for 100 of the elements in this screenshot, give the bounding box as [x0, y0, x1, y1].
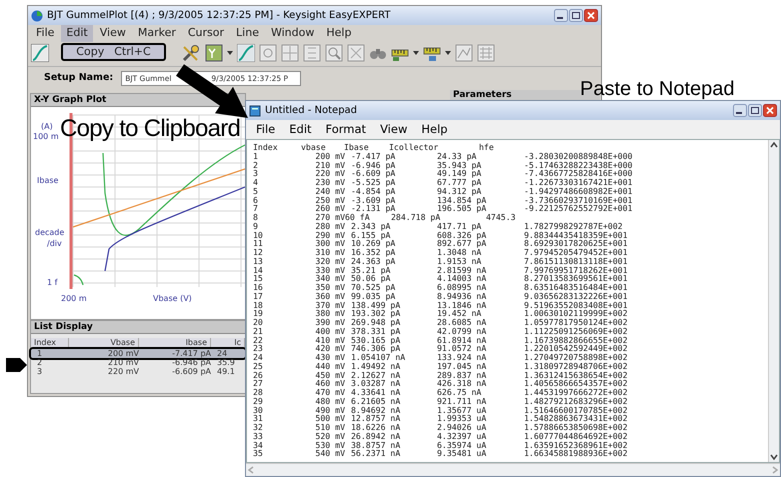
maximize-button[interactable] — [748, 104, 762, 117]
text-cell-text: 289.837 nA — [437, 370, 488, 380]
text-cell-text: 24 — [253, 353, 264, 362]
window-title: BJT GummelPlot [(4) ; 9/3/2005 12:37:25 PM] - Keysight EasyEXPERT — [47, 9, 392, 23]
text-cell-text: 6.21605 nA — [350, 396, 402, 406]
axis-label: 200 m — [61, 294, 87, 303]
text-cell-text: 1.35677 uA — [437, 406, 488, 414]
text-cell-text: 60 fA — [345, 213, 371, 222]
text-cell-text: 16 — [253, 283, 264, 292]
text-cell-text: 2 — [253, 160, 259, 170]
text-cell-text: 134.854 pA — [437, 196, 488, 204]
text-cell-text: 9.88344435418359E+001 — [524, 230, 629, 240]
text-cell-text: -1.22673303167421E+001 — [524, 178, 634, 187]
close-button[interactable] — [584, 9, 598, 22]
curve-line — [74, 274, 84, 286]
text-cell-text: 19 — [253, 309, 264, 318]
text-cell-text: 892.677 pA — [437, 239, 488, 248]
text-cell-text: 420 mV — [314, 344, 345, 353]
text-cell-text: 29 — [253, 396, 264, 406]
text-cell-text: 269.948 pA — [350, 318, 402, 327]
text-cell-text: 7.86151130813118E+001 — [524, 256, 629, 266]
menu-item[interactable]: Help — [421, 120, 448, 138]
text-cell-text: 270 mV — [314, 213, 345, 222]
menu-item[interactable]: Marker — [132, 25, 181, 42]
text-cell-text: -3.28030200889848E+000 — [524, 152, 634, 160]
menu-item[interactable]: File — [256, 120, 276, 138]
text-cell-text: 38.8757 nA — [350, 440, 402, 450]
selected-row[interactable]: 1 200 mV -7.417 pA 24 — [31, 349, 245, 358]
text-cell-text: 133.924 nA — [437, 353, 488, 362]
text-cell-text: 7.97945205479452E+001 — [524, 248, 629, 257]
curve-icon[interactable] — [31, 44, 49, 62]
text-cell-text: 31 — [253, 414, 264, 423]
text-cell-text: 26 — [253, 370, 264, 380]
text-cell-text: 6.08995 nA — [437, 283, 488, 292]
text-cell-text: 426.318 nA — [437, 379, 488, 388]
text-cell-text: -5.17463288223438E+000 — [524, 160, 634, 170]
minimize-button[interactable] — [554, 9, 568, 22]
text-cell-text: 260 mV — [314, 204, 345, 213]
column-header[interactable]: Ic — [211, 338, 245, 347]
text-cell-text: 18.6226 nA — [350, 423, 402, 432]
text-cell-text: 410 mV — [314, 336, 345, 344]
column-header[interactable]: Ibase — [139, 338, 211, 347]
text-cell-text: -7.417 pA — [350, 152, 396, 160]
menu-item[interactable]: Window — [266, 25, 320, 42]
column-header[interactable]: Index — [31, 338, 69, 347]
maximize-button[interactable] — [569, 9, 583, 22]
text-cell-text: 35.943 pA — [437, 160, 482, 170]
minimize-button[interactable] — [733, 104, 747, 117]
text-cell-text: 18 — [253, 300, 264, 310]
text-cell-text: 240 mV — [314, 186, 345, 196]
table-cell-text: -6.609 pA — [171, 367, 212, 376]
column-header[interactable]: Vbase — [69, 338, 139, 347]
menu-item[interactable]: Edit — [289, 120, 312, 138]
text-cell-text: 10 — [253, 230, 264, 240]
text-cell-text: 5 — [253, 186, 259, 196]
menu-item[interactable]: View — [94, 25, 131, 42]
text-cell-text: 12.8757 nA — [350, 414, 402, 423]
text-cell-text: 470 mV — [314, 388, 345, 397]
table-cell-text: 24 — [216, 349, 228, 358]
text-cell-text: 13 — [253, 256, 264, 266]
menu-item[interactable]: Format — [326, 120, 366, 138]
text-cell-text: 378.331 pA — [350, 326, 402, 336]
scroll-up-icon[interactable] — [769, 140, 779, 150]
table-cell-text: 210 mV — [106, 358, 140, 367]
text-cell-text: 1.11225091256069E+002 — [524, 326, 629, 336]
menu-item[interactable]: Cursor — [182, 25, 230, 42]
menu-item[interactable]: File — [31, 25, 60, 42]
wrench-icon[interactable] — [181, 44, 201, 62]
text-cell-text: 24.363 pA — [350, 256, 396, 266]
menu-item[interactable]: Edit — [61, 25, 93, 42]
magnifier-icon[interactable] — [325, 44, 343, 62]
text-cell-text: 21 — [253, 326, 264, 336]
close-button[interactable] — [763, 104, 777, 117]
text-cell-text: 540 mV — [314, 449, 345, 458]
axis-label: decade — [35, 228, 64, 237]
menu-item[interactable]: View — [380, 120, 408, 138]
text-cell-text: 390 mV — [314, 318, 345, 327]
table-cell-text: 220 mV — [106, 367, 140, 376]
column-header: Icollector — [389, 143, 440, 152]
text-cell-text: 10.269 pA — [350, 239, 396, 248]
text-cell-text: 1.54828863673431E+002 — [524, 414, 629, 423]
scroll-down-icon[interactable] — [769, 452, 779, 462]
text-cell-text: 28 — [253, 388, 264, 397]
text-cell-text: 56.2371 nA — [350, 449, 402, 458]
text-cell-text: 138.499 pA — [350, 300, 402, 310]
copy-menu-item[interactable]: Copy Ctrl+C — [61, 43, 166, 61]
chart-icon[interactable] — [205, 44, 223, 62]
scrollbar[interactable] — [768, 140, 779, 462]
caret-icon[interactable] — [445, 51, 451, 55]
caret-icon[interactable] — [413, 51, 419, 55]
text-cell-text: 417.71 pA — [437, 222, 482, 230]
caret-icon[interactable] — [227, 51, 233, 55]
text-cell-text: 4.14003 nA — [437, 274, 488, 283]
text-cell-text: 284.718 pA — [391, 213, 442, 222]
text-cell-text: 430 mV — [314, 353, 345, 362]
menu-item[interactable]: Help — [321, 25, 356, 42]
text-cell-text: 99.035 pA — [350, 292, 396, 300]
menu-item[interactable]: Line — [231, 25, 264, 42]
text-cell-text: 8.27013583699561E+001 — [524, 274, 629, 283]
text-cell-text: 746.306 pA — [350, 344, 402, 353]
